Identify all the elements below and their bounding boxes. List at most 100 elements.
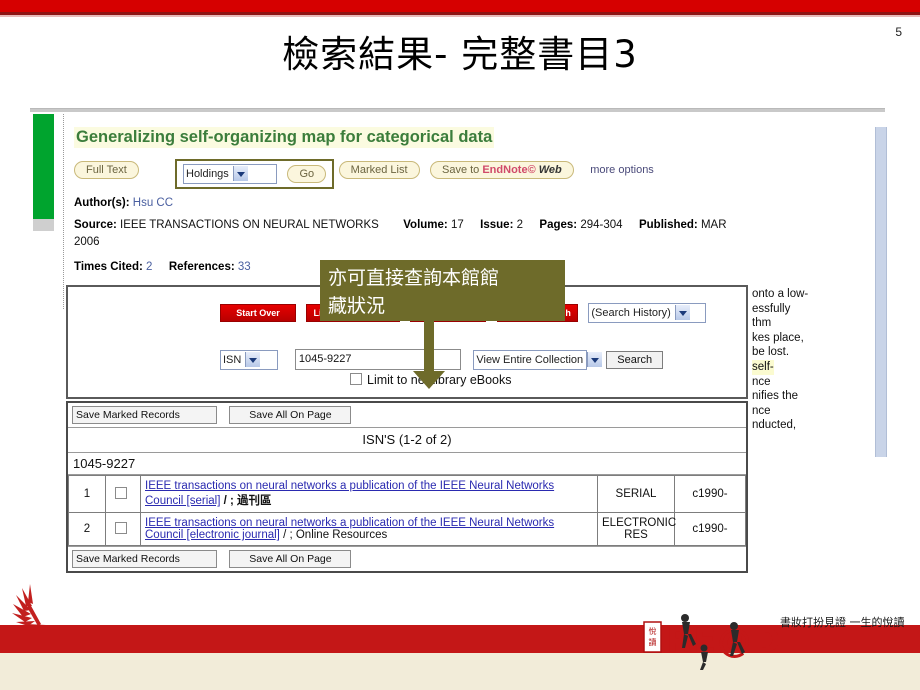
chevron-down-icon[interactable] [587,351,603,367]
row-select-cell[interactable] [105,475,141,514]
footer-cream-band [0,653,920,690]
record-title: Generalizing self-organizing map for cat… [74,127,495,148]
row-number: 2 [68,512,106,547]
marked-list-button[interactable]: Marked List [338,161,420,179]
row-title-link[interactable]: IEEE transactions on neural networks a p… [145,480,554,507]
go-button[interactable]: Go [287,165,327,183]
left-dotted-divider [63,114,65,309]
holdings-lookup-group: Holdings Go [175,159,335,189]
save-to-endnote-web-button[interactable]: Save to EndNote© Web [429,161,574,179]
save-all-on-page-button-top[interactable]: Save All On Page [229,406,352,424]
search-history-value: (Search History) [591,307,671,319]
author-line: Author(s): Hsu CC [74,197,173,209]
row-checkbox[interactable] [114,522,127,535]
catalog-query-row: ISN 1045-9227 View Entire Collection Sea… [220,349,664,370]
abstract-line: nce [752,404,771,417]
table-row[interactable]: 1 IEEE transactions on neural networks a… [68,475,746,514]
holdings-select[interactable]: Holdings [183,164,277,184]
results-table: 1 IEEE transactions on neural networks a… [68,475,746,547]
row-select-cell[interactable] [105,512,141,547]
pages-value: 294-304 [580,219,623,231]
slide-top-accent-highlight [0,15,920,17]
row-date: c1990- [674,475,746,514]
svg-text:悅: 悅 [649,626,657,636]
row-number: 1 [68,475,106,514]
full-text-button[interactable]: Full Text [74,161,139,179]
abstract-line: nducted, [752,419,797,432]
collection-scope-select[interactable]: View Entire Collection [473,349,603,370]
callout-arrow-stem [424,321,434,374]
published-label: Published: [638,219,698,231]
save-to-endnote-prefix: Save to [441,164,483,176]
author-label: Author(s): [74,197,130,209]
row-checkbox[interactable] [114,487,127,500]
page-scrollbar[interactable] [875,127,887,457]
svg-text:RE@D: RE@D [666,621,778,661]
search-history-select[interactable]: (Search History) [588,303,707,323]
chevron-down-icon[interactable] [674,305,690,320]
chevron-down-icon[interactable] [245,351,261,367]
save-all-on-page-button-bottom[interactable]: Save All On Page [229,550,352,569]
published-year: 2006 [74,236,100,248]
volume-value: 17 [450,219,464,231]
abstract-line: kes place, [752,331,804,344]
results-group-label: 1045-9227 [68,453,746,476]
results-header: ISN'S (1-2 of 2) [68,428,746,454]
row-material-type: ELECTRONIC RES [597,512,676,547]
search-field-select[interactable]: ISN [220,349,278,370]
record-action-row: Full Text Marked List Save to EndNote© W… [74,161,654,181]
pages-label: Pages: [539,219,578,231]
table-row[interactable]: 2 IEEE transactions on neural networks a… [68,512,746,547]
row-title-cell[interactable]: IEEE transactions on neural networks a p… [140,512,598,547]
abstract-line: nce [752,375,771,388]
row-date: c1990- [674,512,746,547]
search-query-input[interactable]: 1045-9227 [294,349,461,370]
catalog-search-button[interactable]: Search [606,350,664,369]
footer-tagline: 書妝打扮見證 一生的悅讀 [780,616,905,629]
chevron-down-icon[interactable] [232,166,248,181]
row-title-suffix: / ; Online Resources [283,529,388,542]
source-line: Source: IEEE TRANSACTIONS ON NEURAL NETW… [74,219,864,231]
endnote-web-word: Web [538,164,562,176]
callout-line-2: 藏狀況 [328,295,386,317]
green-indicator-bar-tail [33,219,54,231]
source-label: Source: [74,219,117,231]
row-title-cell[interactable]: IEEE transactions on neural networks a p… [140,475,598,514]
citation-line: Times Cited: 2 References: 33 [74,261,251,273]
references-value[interactable]: 33 [238,261,251,273]
abstract-line-highlighted: self- [752,359,774,375]
published-value: MAR [700,219,727,231]
save-marked-records-button-bottom[interactable]: Save Marked Records [72,550,217,569]
more-options-link[interactable]: more options [590,164,654,176]
abstract-line: nifies the [752,390,799,403]
holdings-select-value: Holdings [186,168,229,180]
abstract-line: thm [752,317,772,330]
annotation-callout: 亦可直接查詢本館館 藏狀況 [320,260,565,321]
endnote-brand: EndNote© [482,164,536,176]
results-save-bar-bottom: Save Marked Records Save All On Page [68,546,746,572]
svg-text:讀: 讀 [649,637,657,647]
abstract-line: essfully [752,302,791,315]
limit-ebooks-checkbox[interactable] [350,373,362,385]
author-value[interactable]: Hsu CC [133,197,173,209]
times-cited-value[interactable]: 2 [146,261,152,273]
abstract-text-fragment: onto a low- essfully thm kes place, be l… [752,287,872,433]
slide-top-accent-bar [0,0,920,12]
save-marked-records-button-top[interactable]: Save Marked Records [72,406,217,424]
row-material-type: SERIAL [597,475,675,514]
volume-label: Volume: [403,219,448,231]
issue-label: Issue: [480,219,514,231]
collection-scope-value: View Entire Collection [476,353,584,366]
callout-line-1: 亦可直接查詢本館館 [328,267,500,289]
read-logo: 悅 讀 RE@D [643,614,778,670]
results-save-bar-top: Save Marked Records Save All On Page [68,403,746,429]
green-indicator-bar [33,114,54,219]
issue-value: 2 [516,219,524,231]
references-label: References: [168,261,235,273]
row-title-suffix: / ; 過刊區 [223,495,272,508]
results-panel: Save Marked Records Save All On Page ISN… [66,401,748,574]
search-field-value: ISN [223,353,242,366]
abstract-line: be lost. [752,346,790,359]
start-over-button[interactable]: Start Over [220,304,296,322]
abstract-line: onto a low- [752,288,809,300]
